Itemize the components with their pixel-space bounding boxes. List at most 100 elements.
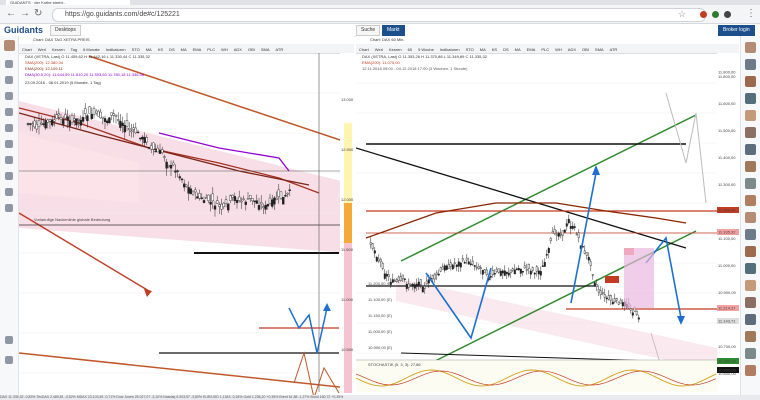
contact-avatar[interactable] [745,195,756,206]
candle-body [147,147,151,149]
candle-body [145,137,149,143]
list-icon[interactable] [5,92,13,100]
contact-avatar[interactable] [745,93,756,104]
candle-body [187,187,190,194]
candle-body [563,229,566,233]
candle-body [423,285,426,289]
candle-body [483,269,486,274]
calendar-icon[interactable] [5,172,13,180]
reload-icon[interactable]: ↻ [34,9,42,19]
candle-body [559,233,562,236]
candle-body [547,247,550,253]
contact-avatar[interactable] [745,76,756,87]
settings-icon[interactable] [5,204,13,212]
candle-body [593,282,596,286]
star-icon[interactable]: ☆ [678,9,686,19]
candle-body [127,128,131,130]
candle-body [527,263,530,269]
extension-icon-3[interactable] [724,11,731,18]
logout-icon[interactable] [5,356,13,364]
candle-body [268,197,272,204]
right-price-label: 11.600,00 [718,101,736,106]
candle-body [156,147,160,153]
left-sidebar [0,36,19,400]
left-legend-2: EMA(200): 12.109,11 [25,66,63,71]
help-icon[interactable] [5,336,13,344]
alert-icon[interactable] [5,140,13,148]
address-bar[interactable]: https://go.guidants.com/de#c/125221 [52,8,706,22]
candle-body [35,124,38,130]
candle-body [601,292,604,294]
candle-body [134,127,138,134]
candle-body [40,122,43,125]
candle-body [431,275,434,280]
candle-body [399,276,402,281]
contact-avatar[interactable] [745,365,756,376]
contact-avatar[interactable] [745,178,756,189]
contact-avatar[interactable] [745,161,756,172]
contact-avatar[interactable] [745,212,756,223]
candle-body [90,113,94,119]
extension-icon-1[interactable] [700,11,707,18]
candle-body [53,119,56,122]
candle-body [519,268,522,274]
candle-body [617,301,620,305]
forward-icon[interactable]: → [20,9,30,19]
candle-body [597,289,600,293]
oscillator-label: STOCHASTIK (5, 3, 3): 27,86 [368,362,421,367]
eye-icon[interactable] [5,108,13,116]
chart-icon[interactable] [5,76,13,84]
candle-body [417,281,420,286]
candle-body [110,112,113,116]
candle-body [379,259,382,263]
contact-avatar[interactable] [745,348,756,359]
contact-avatar[interactable] [745,314,756,325]
candle-body [231,194,234,198]
candle-body [633,307,636,312]
candle-body [237,196,241,201]
message-icon[interactable] [5,188,13,196]
candle-body [433,273,436,280]
broker-login-button[interactable]: Broker login [718,25,755,36]
candle-body [415,283,418,287]
contact-avatar[interactable] [745,59,756,70]
candle-body [251,198,254,202]
market-button[interactable]: Markt [382,25,405,36]
extension-icon-2[interactable] [712,11,719,18]
candle-body [549,237,552,242]
contact-avatar[interactable] [745,42,756,53]
right-chart-title: Chart: DAX 60 Min. [370,37,405,42]
candle-body [461,258,464,261]
contact-avatar[interactable] [745,263,756,274]
candle-body [55,114,58,119]
news-icon[interactable] [5,124,13,132]
search-button[interactable]: Suche [356,25,381,36]
contact-avatar[interactable] [745,229,756,240]
home-icon[interactable] [5,60,13,68]
contact-avatar[interactable] [745,297,756,308]
contact-avatar[interactable] [745,331,756,342]
user-avatar[interactable] [4,40,15,51]
contact-avatar[interactable] [745,280,756,291]
url-text: https://go.guidants.com/de#c/125221 [65,11,180,18]
contact-avatar[interactable] [745,246,756,257]
contact-avatar[interactable] [745,110,756,121]
candle-body [481,269,484,275]
back-icon[interactable]: ← [6,9,16,19]
candle-body [28,123,32,125]
portfolio-icon[interactable] [5,156,13,164]
right-chart-svg[interactable]: 11.800,00 11.600,00 11.500,00 11.400,00 11.3… [356,53,739,400]
contact-avatar[interactable] [745,127,756,138]
desktops-button[interactable]: Desktops [50,25,81,36]
candle-body [543,262,546,267]
candle-body [59,117,63,120]
candle-body [143,136,146,144]
candle-body [443,265,446,271]
contact-avatar[interactable] [745,144,756,155]
left-chart-svg[interactable]: Vorlaeufige Nackenlinie globale Bedeutun… [19,53,354,400]
kebab-menu-icon[interactable]: ⋮ [746,9,756,19]
candle-body [160,149,164,153]
candle-body [191,191,195,195]
candle-body [551,231,554,234]
candle-body [441,266,444,270]
